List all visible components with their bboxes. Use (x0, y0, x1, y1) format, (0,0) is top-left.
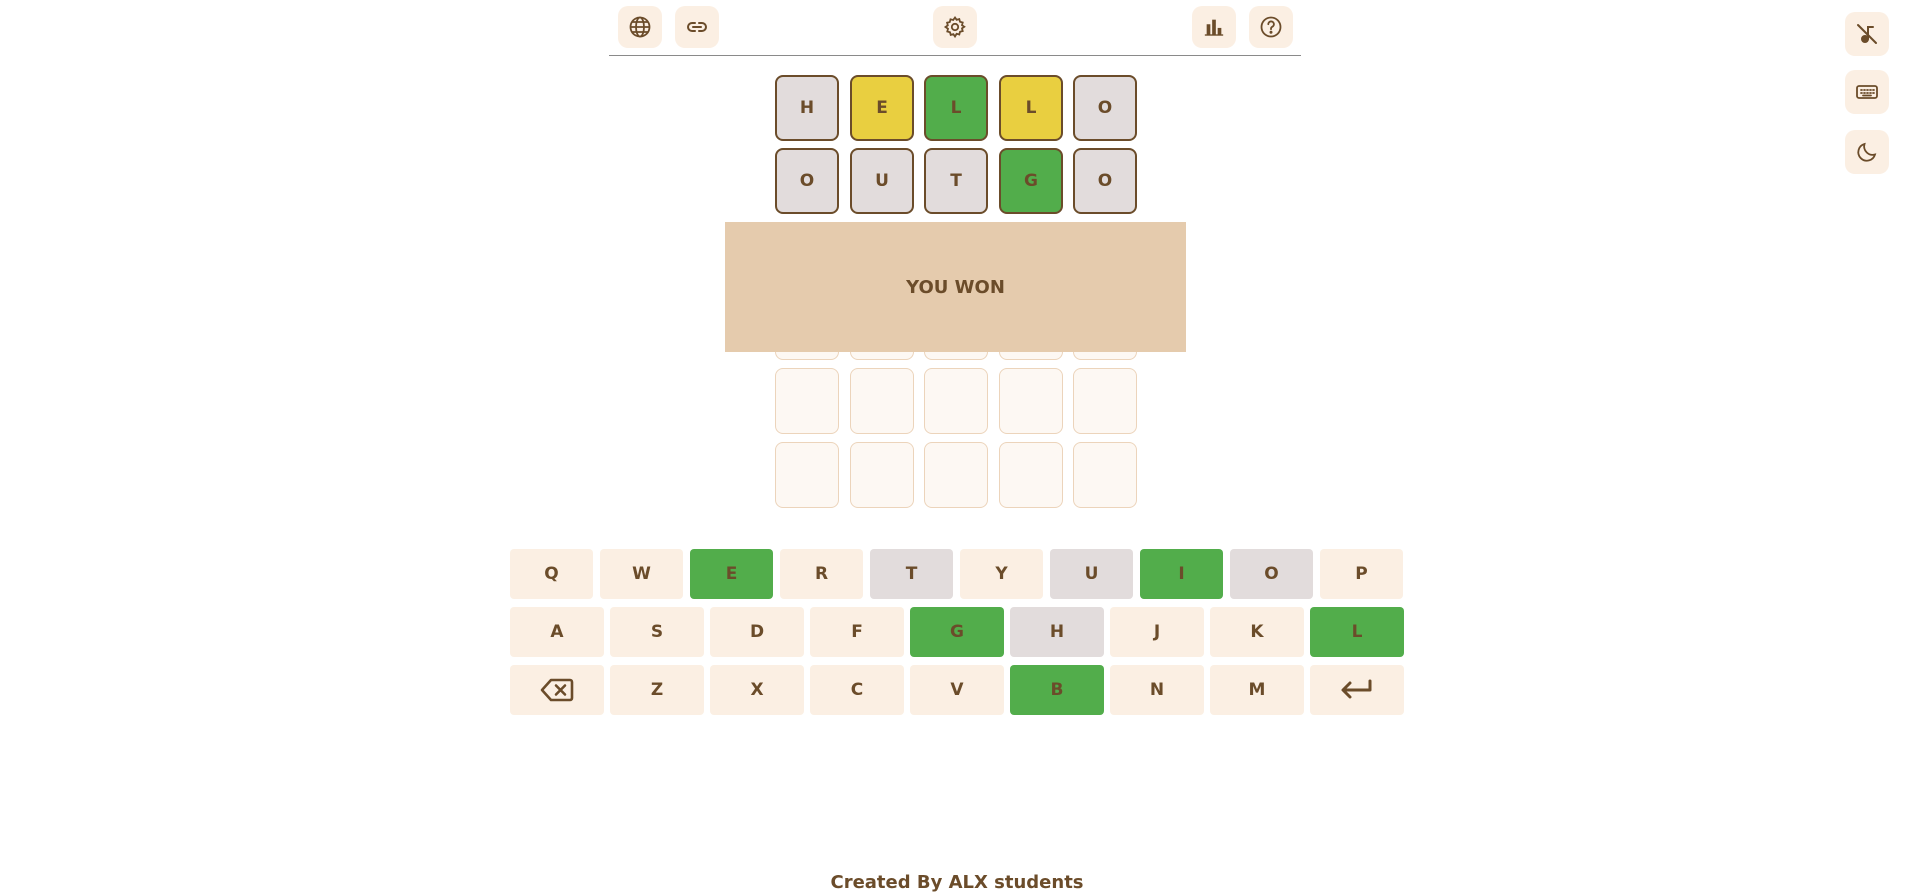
empty-tile (1073, 442, 1137, 508)
key-q[interactable]: Q (510, 549, 593, 599)
key-u[interactable]: U (1050, 549, 1133, 599)
key-i[interactable]: I (1140, 549, 1223, 599)
dark-mode-button[interactable] (1845, 130, 1889, 174)
mute-music-icon (1857, 24, 1877, 44)
mute-music-button[interactable] (1845, 12, 1889, 56)
keyboard-icon (1856, 85, 1878, 99)
gear-icon (943, 15, 966, 39)
key-n[interactable]: N (1110, 665, 1204, 715)
globe-icon (629, 16, 651, 38)
key-x[interactable]: X (710, 665, 804, 715)
key-z[interactable]: Z (610, 665, 704, 715)
board-tile: L (999, 75, 1063, 141)
key-v[interactable]: V (910, 665, 1004, 715)
key-m[interactable]: M (1210, 665, 1304, 715)
key-e[interactable]: E (690, 549, 773, 599)
backspace-key[interactable] (510, 665, 604, 715)
key-w[interactable]: W (600, 549, 683, 599)
board-tile: O (1073, 148, 1137, 214)
empty-tile (999, 442, 1063, 508)
statistics-button[interactable] (1192, 6, 1236, 48)
key-l[interactable]: L (1310, 607, 1404, 657)
enter-icon (1341, 679, 1372, 699)
board-tile: H (775, 75, 839, 141)
key-f[interactable]: F (810, 607, 904, 657)
empty-tile (1073, 368, 1137, 434)
board-tile: O (1073, 75, 1137, 141)
empty-tile (924, 442, 988, 508)
key-d[interactable]: D (710, 607, 804, 657)
board-tile: T (924, 148, 988, 214)
win-message-modal: YOU WON (725, 222, 1186, 352)
help-icon (1260, 16, 1282, 38)
key-s[interactable]: S (610, 607, 704, 657)
enter-key[interactable] (1310, 665, 1404, 715)
key-b[interactable]: B (1010, 665, 1104, 715)
key-r[interactable]: R (780, 549, 863, 599)
link-icon (687, 22, 707, 32)
board-tile: E (850, 75, 914, 141)
board-tile: L (924, 75, 988, 141)
empty-tile (775, 442, 839, 508)
key-k[interactable]: K (1210, 607, 1304, 657)
key-j[interactable]: J (1110, 607, 1204, 657)
top-toolbar (609, 0, 1301, 56)
key-o[interactable]: O (1230, 549, 1313, 599)
key-y[interactable]: Y (960, 549, 1043, 599)
language-button[interactable] (618, 6, 662, 48)
empty-tile (850, 442, 914, 508)
empty-tile (924, 368, 988, 434)
empty-tile (775, 368, 839, 434)
win-message: YOU WON (906, 276, 1005, 298)
bar-chart-icon (1204, 19, 1224, 36)
empty-tile (999, 368, 1063, 434)
keyboard-toggle-button[interactable] (1845, 70, 1889, 114)
empty-tile (850, 368, 914, 434)
key-c[interactable]: C (810, 665, 904, 715)
key-g[interactable]: G (910, 607, 1004, 657)
help-button[interactable] (1249, 6, 1293, 48)
backspace-icon (540, 678, 574, 702)
board-tile: G (999, 148, 1063, 214)
key-a[interactable]: A (510, 607, 604, 657)
footer-credit: Created By ALX students (830, 872, 1084, 893)
key-p[interactable]: P (1320, 549, 1403, 599)
board-tile: O (775, 148, 839, 214)
key-t[interactable]: T (870, 549, 953, 599)
settings-button[interactable] (933, 6, 977, 48)
key-h[interactable]: H (1010, 607, 1104, 657)
board-tile: U (850, 148, 914, 214)
share-link-button[interactable] (675, 6, 719, 48)
moon-icon (1857, 142, 1877, 162)
